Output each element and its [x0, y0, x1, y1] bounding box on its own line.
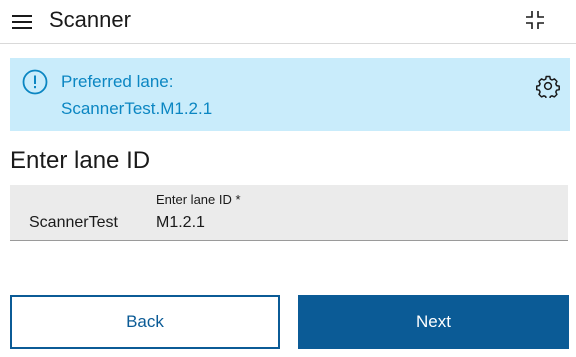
- gear-icon[interactable]: [535, 74, 560, 101]
- next-button[interactable]: Next: [298, 295, 569, 349]
- page-title: Scanner: [49, 7, 131, 32]
- preferred-lane-value: ScannerTest.M1.2.1: [61, 99, 213, 118]
- hamburger-menu-icon[interactable]: [12, 12, 34, 32]
- section-heading: Enter lane ID: [10, 147, 151, 174]
- notice-label: Preferred lane:: [61, 72, 174, 91]
- input-label: Enter lane ID *: [156, 192, 241, 207]
- preferred-lane-notice: Preferred lane: ScannerTest.M1.2.1: [10, 58, 570, 131]
- input-prefix: ScannerTest: [29, 214, 118, 231]
- scan-frame-icon[interactable]: [524, 9, 546, 31]
- info-icon: [22, 69, 48, 95]
- scanner-app: Scanner Preferred lane: ScannerTest.M1.2…: [0, 0, 576, 357]
- app-header: Scanner: [0, 0, 576, 44]
- lane-id-field[interactable]: ScannerTest Enter lane ID *: [10, 185, 568, 241]
- back-button[interactable]: Back: [10, 295, 280, 349]
- lane-id-input[interactable]: [154, 212, 554, 234]
